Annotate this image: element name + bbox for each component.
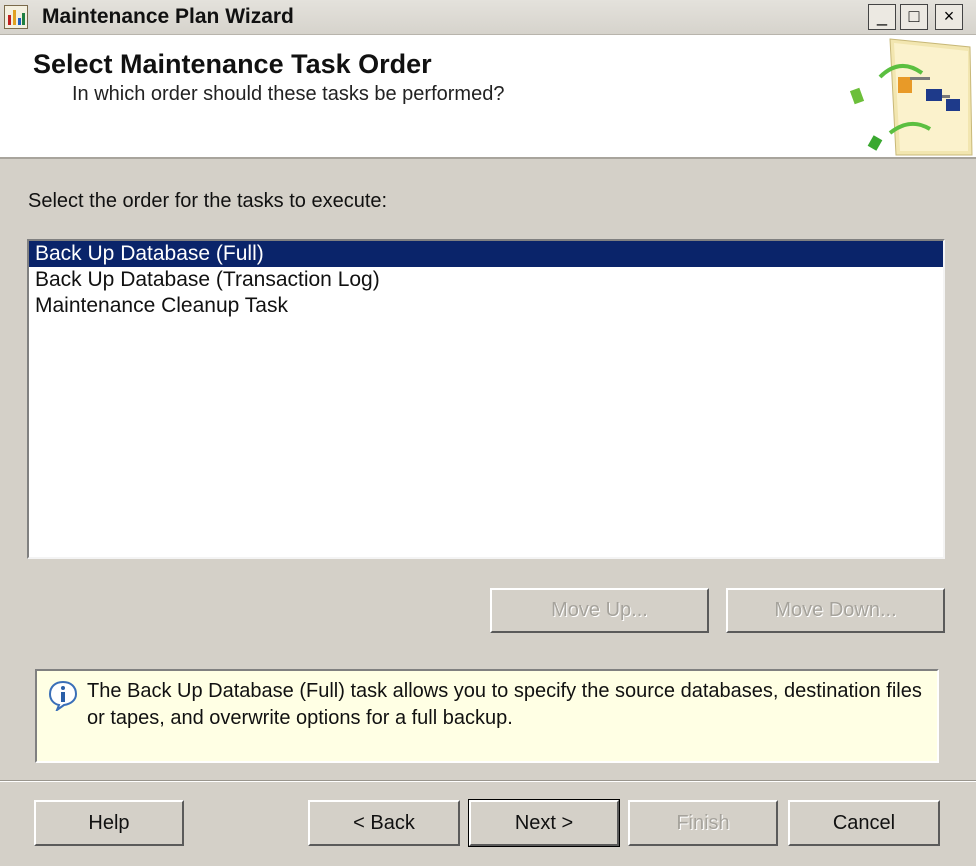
- app-icon: [4, 5, 28, 29]
- close-button[interactable]: ×: [935, 4, 963, 30]
- info-icon: [48, 680, 78, 711]
- finish-button[interactable]: Finish: [628, 800, 778, 846]
- task-order-list[interactable]: Back Up Database (Full) Back Up Database…: [27, 239, 945, 559]
- window-title: Maintenance Plan Wizard: [42, 5, 294, 28]
- task-list-item[interactable]: Back Up Database (Full): [29, 241, 943, 267]
- cancel-button[interactable]: Cancel: [788, 800, 940, 846]
- task-list-item[interactable]: Maintenance Cleanup Task: [29, 293, 943, 319]
- task-order-prompt: Select the order for the tasks to execut…: [28, 190, 388, 212]
- maximize-button[interactable]: □: [900, 4, 928, 30]
- title-bar[interactable]: Maintenance Plan Wizard _ □ ×: [0, 0, 976, 35]
- back-button[interactable]: < Back: [308, 800, 460, 846]
- footer-separator: [0, 780, 976, 782]
- wizard-header: Select Maintenance Task Order In which o…: [0, 35, 976, 159]
- task-list-item[interactable]: Back Up Database (Transaction Log): [29, 267, 943, 293]
- task-description-panel: The Back Up Database (Full) task allows …: [35, 669, 939, 763]
- minimize-button[interactable]: _: [868, 4, 896, 30]
- move-up-button[interactable]: Move Up...: [490, 588, 709, 633]
- page-title: Select Maintenance Task Order: [33, 49, 432, 79]
- wizard-flowchart-icon: [850, 38, 973, 156]
- page-subtitle: In which order should these tasks be per…: [72, 83, 505, 105]
- move-down-button[interactable]: Move Down...: [726, 588, 945, 633]
- task-description-text: The Back Up Database (Full) task allows …: [87, 680, 922, 729]
- help-button[interactable]: Help: [34, 800, 184, 846]
- next-button[interactable]: Next >: [468, 799, 620, 847]
